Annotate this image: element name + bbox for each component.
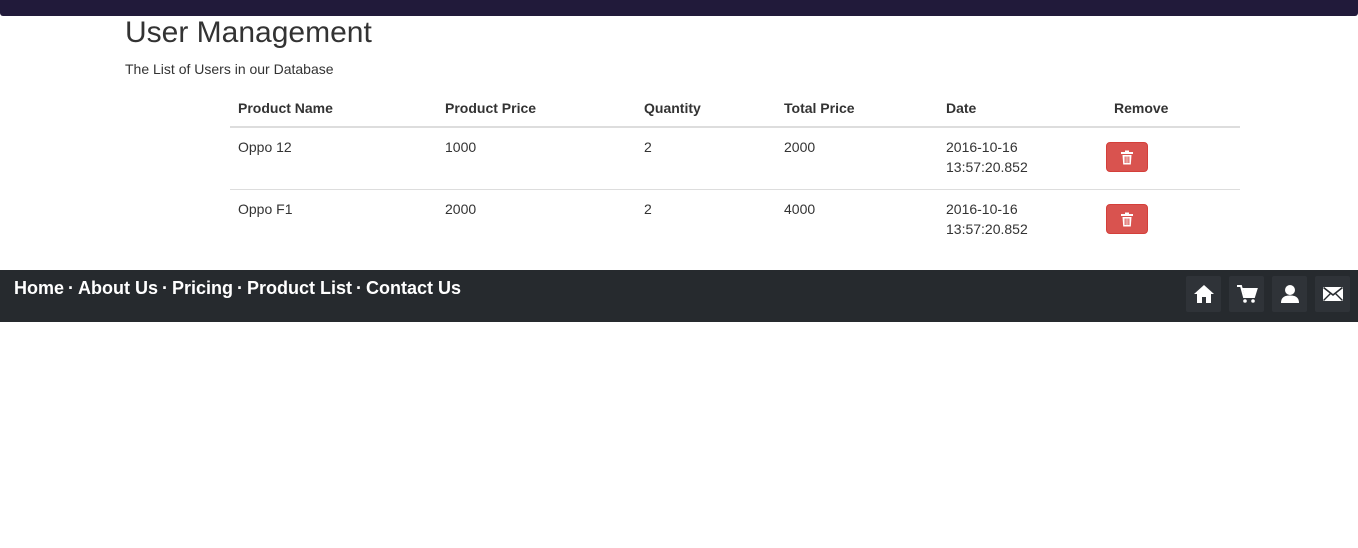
- column-header-product-name: Product Name: [230, 90, 437, 128]
- footer-home-button[interactable]: [1186, 276, 1221, 312]
- trash-icon: [1121, 212, 1133, 226]
- product-table: Product Name Product Price Quantity Tota…: [230, 90, 1240, 251]
- footer-nav: Home · About Us · Pricing · Product List · Conta…: [14, 277, 461, 299]
- cell-quantity: 2: [644, 201, 652, 217]
- cell-total-price: 2000: [776, 127, 938, 190]
- footer-separator: ·: [237, 278, 244, 298]
- date-value: 2016-10-16: [946, 139, 1018, 155]
- footer-mail-button[interactable]: [1315, 276, 1350, 312]
- cell-remove: [1098, 127, 1240, 190]
- time-value: 13:57:20.852: [946, 221, 1028, 237]
- date-value: 2016-10-16: [946, 201, 1018, 217]
- table-header-row: Product Name Product Price Quantity Tota…: [230, 90, 1240, 128]
- column-header-total-price: Total Price: [776, 90, 938, 128]
- column-header-quantity: Quantity: [636, 90, 776, 128]
- home-icon: [1193, 285, 1214, 303]
- footer-user-button[interactable]: [1272, 276, 1307, 312]
- footer-link-contact-us[interactable]: Contact Us: [366, 278, 461, 298]
- table-row: Oppo 12 1000 2 2000 2016-10-16 13:57:20.…: [230, 127, 1240, 190]
- cell-total-price: 4000: [784, 201, 816, 217]
- footer-separator: ·: [68, 278, 75, 298]
- user-icon: [1280, 285, 1299, 303]
- page-title: User Management: [125, 16, 372, 49]
- footer-separator: ·: [162, 278, 169, 298]
- footer: Home · About Us · Pricing · Product List · Conta…: [0, 270, 1358, 322]
- footer-separator: ·: [356, 278, 363, 298]
- footer-link-pricing[interactable]: Pricing: [172, 278, 233, 298]
- cell-quantity: 2: [636, 127, 776, 190]
- time-value: 13:57:20.852: [946, 159, 1028, 175]
- cell-date: 2016-10-16 13:57:20.852: [938, 190, 1098, 252]
- footer-cart-button[interactable]: [1229, 276, 1264, 312]
- cell-product-price: 2000: [445, 201, 477, 217]
- cell-date: 2016-10-16 13:57:20.852: [938, 127, 1098, 190]
- remove-button[interactable]: [1106, 142, 1148, 172]
- mail-icon: [1322, 286, 1343, 301]
- cell-product-price: 1000: [437, 127, 636, 190]
- remove-button[interactable]: [1106, 204, 1148, 234]
- footer-link-home[interactable]: Home: [14, 278, 64, 298]
- cart-icon: [1236, 285, 1258, 303]
- cell-product-name: Oppo F1: [238, 201, 293, 217]
- table-row: Oppo F1 2000 2 4000 2016-10-16 13:57:20.…: [230, 190, 1240, 252]
- column-header-product-price: Product Price: [437, 90, 636, 128]
- footer-icon-bar: [1186, 276, 1350, 312]
- trash-icon: [1121, 150, 1133, 164]
- top-bar: [0, 0, 1358, 16]
- cell-remove: [1098, 190, 1240, 252]
- page-subtitle: The List of Users in our Database: [125, 61, 334, 77]
- footer-link-product-list[interactable]: Product List: [247, 278, 352, 298]
- cell-product-name: Oppo 12: [230, 127, 437, 190]
- footer-link-about-us[interactable]: About Us: [78, 278, 158, 298]
- column-header-date: Date: [938, 90, 1098, 128]
- column-header-remove: Remove: [1098, 90, 1240, 128]
